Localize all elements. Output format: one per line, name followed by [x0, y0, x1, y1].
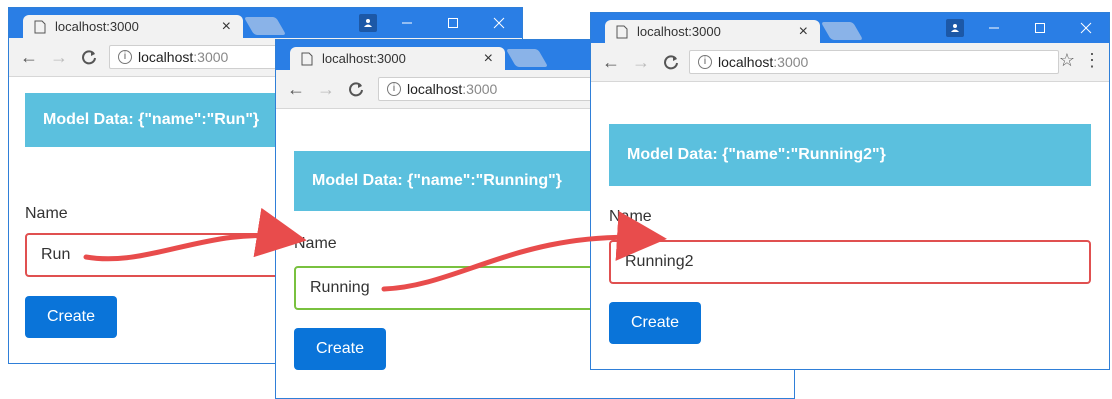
- reload-icon[interactable]: [344, 77, 368, 101]
- window-close-icon[interactable]: [476, 8, 522, 38]
- name-input-value: Running2: [625, 253, 694, 270]
- reload-icon[interactable]: [77, 45, 101, 69]
- info-icon: i: [118, 50, 132, 64]
- page-content: Model Data: {"name":"Running2"} Name Run…: [591, 82, 1109, 369]
- forward-arrow-icon[interactable]: →: [47, 45, 71, 69]
- browser-tab[interactable]: localhost:3000 ×: [290, 47, 505, 71]
- user-button[interactable]: [352, 8, 384, 38]
- url-host: localhost: [138, 49, 194, 65]
- name-label: Name: [294, 235, 337, 252]
- minimize-icon[interactable]: [971, 13, 1017, 43]
- url-host: localhost: [718, 54, 774, 70]
- titlebar: localhost:3000 ×: [591, 13, 1109, 44]
- address-bar[interactable]: i localhost:3000: [689, 50, 1059, 74]
- tab-title: localhost:3000: [55, 19, 139, 34]
- menu-dots-icon[interactable]: ⋮: [1083, 50, 1101, 71]
- back-arrow-icon[interactable]: ←: [599, 50, 623, 74]
- create-button[interactable]: Create: [609, 302, 701, 344]
- page-icon: [616, 25, 628, 39]
- model-data-text: Model Data: {"name":"Run"}: [43, 111, 260, 128]
- name-input[interactable]: Running2: [609, 240, 1091, 284]
- back-arrow-icon[interactable]: ←: [17, 45, 41, 69]
- window-controls: [939, 13, 1109, 43]
- maximize-icon[interactable]: [1017, 13, 1063, 43]
- close-icon[interactable]: ×: [222, 15, 231, 39]
- browser-tab[interactable]: localhost:3000 ×: [605, 20, 820, 44]
- model-data-panel: Model Data: {"name":"Running2"}: [609, 124, 1091, 186]
- model-data-text: Model Data: {"name":"Running"}: [312, 172, 562, 189]
- tab-title: localhost:3000: [637, 24, 721, 39]
- new-tab-button[interactable]: [505, 49, 549, 67]
- user-icon: [359, 14, 377, 32]
- info-icon: i: [698, 55, 712, 69]
- url-port: :3000: [193, 49, 229, 65]
- browser-tab[interactable]: localhost:3000 ×: [23, 15, 243, 39]
- toolbar-right: ☆ ⋮: [1059, 50, 1101, 71]
- user-icon: [946, 19, 964, 37]
- url-host: localhost: [407, 81, 463, 97]
- star-icon[interactable]: ☆: [1059, 50, 1075, 71]
- new-tab-button[interactable]: [243, 17, 287, 35]
- create-button[interactable]: Create: [294, 328, 386, 370]
- forward-arrow-icon[interactable]: →: [629, 50, 653, 74]
- page-icon: [301, 52, 313, 66]
- name-label: Name: [609, 208, 652, 225]
- close-icon[interactable]: ×: [799, 20, 808, 44]
- forward-arrow-icon[interactable]: →: [314, 77, 338, 101]
- titlebar: localhost:3000 ×: [9, 8, 522, 39]
- maximize-icon[interactable]: [430, 8, 476, 38]
- info-icon: i: [387, 82, 401, 96]
- create-button[interactable]: Create: [25, 296, 117, 338]
- reload-icon[interactable]: [659, 50, 683, 74]
- window-close-icon[interactable]: [1063, 13, 1109, 43]
- minimize-icon[interactable]: [384, 8, 430, 38]
- name-input-value: Run: [41, 246, 71, 263]
- url-port: :3000: [773, 54, 809, 70]
- model-data-text: Model Data: {"name":"Running2"}: [627, 146, 886, 163]
- page-icon: [34, 20, 46, 34]
- tab-title: localhost:3000: [322, 51, 406, 66]
- new-tab-button[interactable]: [820, 22, 864, 40]
- name-input-value: Running: [310, 279, 370, 296]
- name-label: Name: [25, 205, 68, 222]
- url-port: :3000: [462, 81, 498, 97]
- back-arrow-icon[interactable]: ←: [284, 77, 308, 101]
- toolbar: ← → i localhost:3000 ☆ ⋮: [591, 43, 1109, 82]
- user-button[interactable]: [939, 13, 971, 43]
- browser-window-3: localhost:3000 × ← → i localhost:3000 ☆ …: [590, 12, 1110, 370]
- close-icon[interactable]: ×: [484, 47, 493, 71]
- window-controls: [352, 8, 522, 38]
